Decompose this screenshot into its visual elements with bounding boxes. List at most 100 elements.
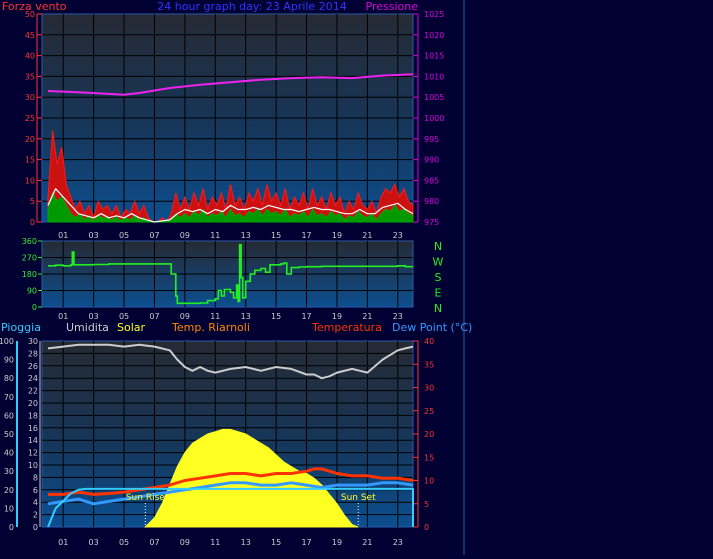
pressure-tick-label: 975	[424, 218, 439, 227]
pressure-tick-label: 1005	[424, 93, 444, 102]
hour-tick-label: 07	[149, 231, 159, 240]
pressure-tick-label: 980	[424, 197, 439, 206]
wind-tick-label: 10	[25, 176, 35, 185]
wind-tick-label: 45	[25, 31, 35, 40]
rain-tick-label: 20	[4, 486, 14, 495]
legend-dew-point: Dew Point (°C)	[392, 321, 472, 334]
humidity-tick-label: 22	[28, 387, 38, 396]
hour-tick-label: 17	[301, 231, 311, 240]
hour-tick-label: 03	[89, 231, 99, 240]
wind-tick-label: 15	[25, 156, 35, 165]
hour-tick-label: 21	[362, 538, 372, 547]
humidity-tick-label: 6	[33, 486, 38, 495]
wind-tick-label: 35	[25, 72, 35, 81]
temp-tick-label: 35	[424, 360, 434, 369]
hour-tick-label: 03	[89, 538, 99, 547]
legend-feels-temp: Temp. Riarnoli	[171, 321, 250, 334]
pressure-axis-title: Pressione	[366, 0, 419, 13]
pressure-tick-label: 990	[424, 156, 439, 165]
hour-tick-label: 09	[180, 538, 190, 547]
temp-tick-label: 5	[424, 500, 429, 509]
humidity-tick-label: 18	[28, 411, 38, 420]
sun-marker-label: Sun Set	[341, 493, 376, 503]
legend-solar: Solar	[117, 321, 146, 334]
hour-tick-label: 01	[58, 538, 68, 547]
humidity-tick-label: 26	[28, 362, 38, 371]
hour-tick-label: 11	[210, 312, 220, 321]
hour-tick-label: 21	[362, 231, 372, 240]
wind-tick-label: 0	[30, 218, 35, 227]
hour-tick-label: 11	[210, 231, 220, 240]
hour-tick-label: 09	[180, 231, 190, 240]
hour-tick-label: 05	[119, 231, 129, 240]
pressure-tick-label: 1025	[424, 10, 444, 19]
direction-tick-label: 360	[22, 237, 37, 246]
temp-tick-label: 20	[424, 430, 434, 439]
hour-tick-label: 13	[241, 538, 251, 547]
direction-tick-label: 0	[32, 303, 37, 312]
rain-tick-label: 50	[4, 430, 14, 439]
hour-tick-label: 13	[241, 231, 251, 240]
hour-tick-label: 13	[241, 312, 251, 321]
humidity-tick-label: 10	[28, 461, 38, 470]
rain-tick-label: 90	[4, 356, 14, 365]
compass-letter: S	[435, 271, 442, 284]
hour-tick-label: 15	[271, 312, 281, 321]
hour-tick-label: 09	[180, 312, 190, 321]
compass-letter: N	[434, 302, 442, 315]
rain-tick-label: 100	[0, 337, 14, 346]
rain-tick-label: 10	[4, 504, 14, 513]
wind-tick-label: 5	[30, 197, 35, 206]
compass-letter: E	[435, 287, 442, 300]
humidity-tick-label: 8	[33, 473, 38, 482]
pressure-tick-label: 1000	[424, 114, 444, 123]
temp-tick-label: 25	[424, 407, 434, 416]
hour-tick-label: 23	[393, 538, 403, 547]
wind-tick-label: 50	[25, 10, 35, 19]
rain-tick-label: 80	[4, 374, 14, 383]
humidity-tick-label: 28	[28, 349, 38, 358]
humidity-tick-label: 12	[28, 449, 38, 458]
wind-tick-label: 20	[25, 135, 35, 144]
sun-marker-label: Sun Rise	[126, 493, 165, 503]
pressure-tick-label: 1015	[424, 52, 444, 61]
hour-tick-label: 19	[332, 231, 342, 240]
direction-tick-label: 180	[22, 270, 37, 279]
wind-tick-label: 40	[25, 52, 35, 61]
temp-tick-label: 30	[424, 384, 434, 393]
hour-tick-label: 15	[271, 231, 281, 240]
chart-title: 24 hour graph day: 23 Aprile 2014	[157, 0, 346, 13]
wind-tick-label: 25	[25, 114, 35, 123]
temp-tick-label: 0	[424, 523, 429, 532]
hour-tick-label: 23	[393, 312, 403, 321]
humidity-tick-label: 24	[28, 374, 38, 383]
hour-tick-label: 05	[119, 312, 129, 321]
rain-tick-label: 70	[4, 393, 14, 402]
pressure-tick-label: 1010	[424, 72, 444, 81]
hour-tick-label: 07	[149, 312, 159, 321]
legend-humidity: Umidita	[66, 321, 109, 334]
hour-tick-label: 01	[58, 312, 68, 321]
pressure-tick-label: 1020	[424, 31, 444, 40]
hour-tick-label: 19	[332, 312, 342, 321]
rain-tick-label: 60	[4, 411, 14, 420]
rain-tick-label: 0	[9, 523, 14, 532]
temp-tick-label: 40	[424, 337, 434, 346]
hour-tick-label: 17	[301, 312, 311, 321]
direction-tick-label: 90	[27, 287, 37, 296]
hour-tick-label: 05	[119, 538, 129, 547]
hour-tick-label: 07	[149, 538, 159, 547]
compass-labels: NWSEN	[433, 240, 444, 315]
hour-tick-label: 15	[271, 538, 281, 547]
weather-graph-svg: Forza vento 24 hour graph day: 23 Aprile…	[0, 0, 472, 555]
humidity-tick-label: 0	[33, 523, 38, 532]
temp-tick-label: 10	[424, 477, 434, 486]
humidity-tick-label: 14	[28, 436, 38, 445]
weather-graph-stage: Forza vento 24 hour graph day: 23 Aprile…	[0, 0, 713, 555]
temp-tick-label: 15	[424, 453, 434, 462]
direction-tick-label: 270	[22, 254, 37, 263]
humidity-tick-label: 16	[28, 424, 38, 433]
hour-tick-label: 03	[89, 312, 99, 321]
hour-tick-label: 21	[362, 312, 372, 321]
compass-letter: W	[433, 256, 444, 269]
